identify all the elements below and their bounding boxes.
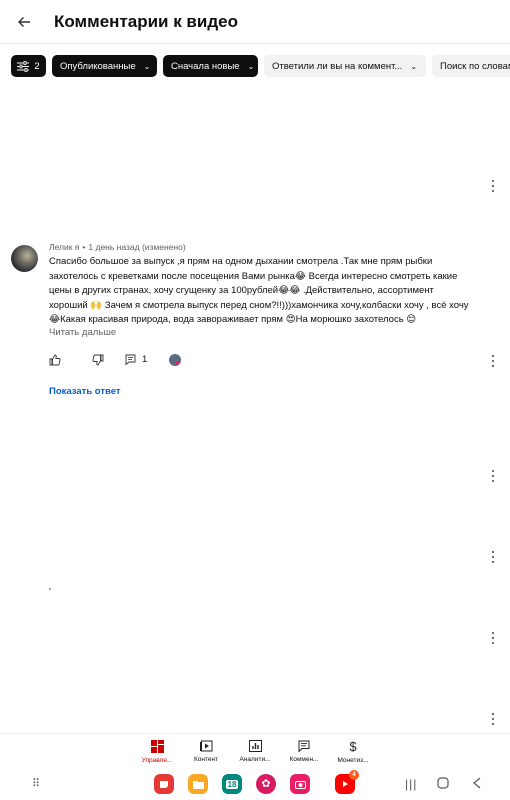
reply-count: 1 xyxy=(142,354,148,365)
chip-replied-filter[interactable]: Ответили ли вы на коммент... ⌄ xyxy=(264,55,426,77)
comments-icon xyxy=(298,740,310,752)
chip-sort-newest[interactable]: Сначала новые ⌄ xyxy=(163,55,258,77)
back-button[interactable] xyxy=(2,0,46,44)
nav-label: Аналити... xyxy=(239,756,271,763)
chevron-down-icon: ⌄ xyxy=(143,61,151,71)
nav-comments[interactable]: Коммен... xyxy=(284,740,324,763)
back-nav-icon[interactable] xyxy=(472,776,482,792)
chevron-down-icon: ⌄ xyxy=(247,61,255,71)
like-button[interactable] xyxy=(49,354,61,366)
read-more-link[interactable]: Читать дальше xyxy=(49,327,116,338)
creator-heart-icon[interactable]: ♥ xyxy=(169,354,185,370)
more-options-icon[interactable] xyxy=(488,713,498,725)
monetization-icon: $ xyxy=(349,739,357,754)
nav-dashboard[interactable]: Управле... xyxy=(137,740,177,764)
analytics-icon xyxy=(248,740,262,752)
nav-monetization[interactable]: $ Монетиз... xyxy=(333,740,373,764)
top-app-bar: Комментарии к видео xyxy=(0,0,510,44)
more-options-icon[interactable] xyxy=(488,551,498,563)
filter-bar: 2 Опубликованные ⌄ Сначала новые ⌄ Ответ… xyxy=(11,55,510,77)
comment-actions: 1 ♥ xyxy=(0,354,510,370)
apps-grid-icon[interactable]: ⠿ xyxy=(32,776,40,792)
dashboard-icon xyxy=(150,740,164,753)
sliders-icon xyxy=(17,60,30,72)
more-options-icon[interactable] xyxy=(488,470,498,482)
more-options-icon[interactable] xyxy=(488,180,498,192)
nav-label: Коммен... xyxy=(289,756,319,763)
nav-label: Монетиз... xyxy=(337,757,369,764)
thumbs-down-icon xyxy=(92,354,104,366)
author-name[interactable]: Лелик я xyxy=(49,242,79,252)
reply-comment-icon xyxy=(125,354,136,365)
nav-content[interactable]: Контент xyxy=(186,740,226,763)
flower-app-icon[interactable]: ✿ xyxy=(256,774,276,794)
chip-label: Поиск по словам xyxy=(440,60,510,72)
video-content-icon xyxy=(199,740,212,752)
more-options-icon[interactable] xyxy=(488,632,498,644)
chip-published[interactable]: Опубликованные ⌄ xyxy=(52,55,157,77)
comment-time: 1 день назад (изменено) xyxy=(88,242,186,252)
filter-count: 2 xyxy=(34,60,40,72)
reply-button[interactable]: 1 xyxy=(125,354,147,365)
recent-apps-icon[interactable]: ||| xyxy=(405,776,417,792)
chip-label: Опубликованные xyxy=(60,60,136,72)
chip-label: Ответили ли вы на коммент... xyxy=(272,60,403,72)
bottom-navigation: Управле... Контент Аналити... Коммен... … xyxy=(0,733,510,769)
chip-search-words[interactable]: Поиск по словам xyxy=(432,55,510,77)
avatar[interactable] xyxy=(11,245,38,272)
notification-badge: 4 xyxy=(349,770,359,780)
chevron-down-icon: ⌄ xyxy=(410,61,418,71)
folder-app-icon[interactable] xyxy=(188,774,208,794)
thumbs-up-icon xyxy=(49,354,61,366)
nav-analytics[interactable]: Аналити... xyxy=(235,740,275,763)
page-title: Комментарии к видео xyxy=(54,11,238,31)
show-reply-link[interactable]: Показать ответ xyxy=(49,386,121,397)
divider-dot xyxy=(49,588,51,590)
chip-label: Сначала новые xyxy=(171,60,240,72)
notes-app-icon[interactable] xyxy=(154,774,174,794)
arrow-left-icon xyxy=(18,16,30,27)
comment-meta: Лелик я • 1 день назад (изменено) xyxy=(49,242,186,252)
nav-label: Контент xyxy=(193,756,219,763)
filter-settings-button[interactable]: 2 xyxy=(11,55,46,77)
youtube-studio-app-icon[interactable]: 4 xyxy=(335,770,359,794)
calendar-day: 18 xyxy=(225,779,239,789)
dislike-button[interactable] xyxy=(92,354,104,366)
heart-icon: ♥ xyxy=(175,358,181,368)
calendar-app-icon[interactable]: 18 xyxy=(222,774,242,794)
camera-app-icon[interactable] xyxy=(290,774,310,794)
separator-dot: • xyxy=(82,242,86,252)
home-button-icon[interactable] xyxy=(437,776,449,792)
system-taskbar: ⠿ 18 ✿ 4 ||| xyxy=(0,770,510,800)
nav-label: Управле... xyxy=(141,757,173,764)
comment-text: Спасибо большое за выпуск ,я прям на одн… xyxy=(49,256,469,325)
